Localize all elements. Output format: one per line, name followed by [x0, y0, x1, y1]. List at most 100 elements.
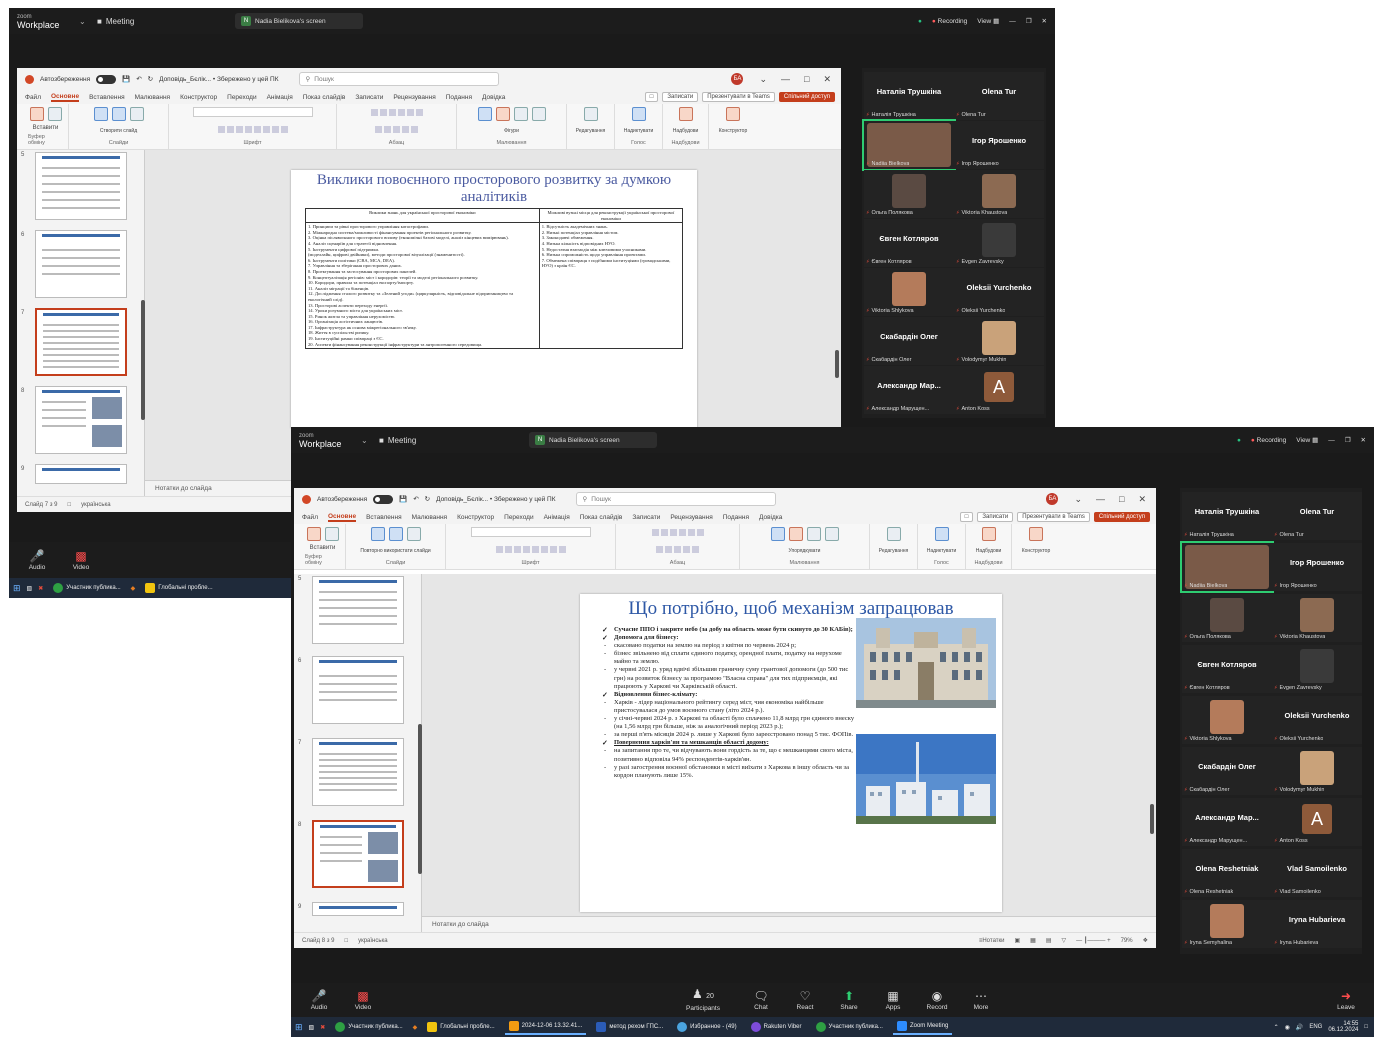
chat-button[interactable]: 🗨 Chat [739, 990, 783, 1011]
participant-tile[interactable]: Наталія Трушкіна Наталія Трушкіна [1182, 492, 1272, 540]
tab-animations[interactable]: Анімація [267, 94, 293, 101]
slide-thumbnail[interactable] [35, 230, 127, 298]
tab-insert[interactable]: Вставлення [366, 514, 402, 521]
close-icon[interactable]: ✕ [823, 74, 831, 85]
normal-view-icon[interactable]: ▣ [1015, 937, 1021, 944]
font-name-input[interactable] [470, 527, 591, 537]
paste-icon[interactable] [306, 527, 321, 541]
windows-start-icon[interactable]: ⊞ [13, 583, 21, 594]
tab-transitions[interactable]: Переходи [227, 94, 256, 101]
tab-draw[interactable]: Малювання [412, 514, 447, 521]
network-icon[interactable]: ◉ [1285, 1024, 1290, 1031]
save-icon[interactable]: 💾 [122, 75, 130, 83]
meeting-button[interactable]: ■ Meeting [97, 17, 207, 26]
present-teams-button[interactable]: Презентувати в Teams [702, 92, 775, 102]
cut-icon[interactable] [324, 527, 339, 541]
slide-scrollbar[interactable] [1150, 804, 1154, 834]
video-button[interactable]: ▩ Video [341, 990, 385, 1011]
chevron-up-icon[interactable]: ⌃ [1274, 1024, 1279, 1031]
view-button[interactable]: View ▦ [1296, 436, 1318, 444]
participant-tile[interactable]: Ігор Ярошенко Ігор Ярошенко [1272, 543, 1362, 591]
account-avatar[interactable]: БА [731, 73, 744, 85]
tab-review[interactable]: Рецензування [670, 514, 712, 521]
new-slide-icon[interactable] [93, 107, 108, 121]
app-icon[interactable]: ✖ [320, 1024, 325, 1031]
tab-file[interactable]: Файл [25, 94, 41, 101]
participant-tile[interactable]: Ольга Полякова [1182, 594, 1272, 642]
recording-indicator[interactable]: ● Recording [1251, 437, 1286, 444]
screen-share-indicator[interactable]: N Nadia Bielikova's screen [529, 432, 657, 448]
maximize-icon[interactable]: ❐ [1345, 436, 1351, 444]
taskbar-item[interactable]: Участник публика... [812, 1019, 887, 1035]
participant-tile[interactable]: Oleksii Yurchenko Oleksii Yurchenko [1272, 696, 1362, 744]
view-button[interactable]: View ▦ [977, 17, 999, 25]
layout-icon[interactable] [129, 107, 144, 121]
taskbar-item[interactable]: метод рехом ГПС... [592, 1019, 667, 1035]
document-title[interactable]: Доповідь_Бєлік... • Збережено у цей ПК [159, 76, 278, 83]
notes-toggle[interactable]: ≡Нотатки [979, 938, 1005, 944]
zoom-slider[interactable]: — ┃——— + [1076, 937, 1110, 944]
tab-record[interactable]: Записати [632, 514, 660, 521]
accessibility-icon[interactable]: □ [67, 502, 71, 508]
participant-tile[interactable]: Скабардін Олег Скабардін Олег [1182, 747, 1272, 795]
slide-thumbnail[interactable] [312, 902, 404, 916]
participant-tile[interactable]: Volodymyr Mukhin [1272, 747, 1362, 795]
slide-thumbnail[interactable] [35, 152, 127, 220]
participant-tile[interactable]: Volodymyr Mukhin [954, 317, 1044, 365]
addins-icon[interactable] [981, 527, 996, 541]
participant-tile[interactable]: Євген Котляров Євген Котляров [864, 219, 954, 267]
chevron-down-icon[interactable]: ⌄ [361, 436, 379, 445]
slide-thumbnail[interactable] [35, 464, 127, 484]
save-icon[interactable]: 💾 [399, 495, 407, 503]
slideshow-icon[interactable]: ▽ [1062, 937, 1067, 944]
shapes-icon[interactable] [770, 527, 785, 541]
close-icon[interactable]: ✕ [1138, 494, 1146, 505]
minimize-icon[interactable]: — [1009, 18, 1016, 25]
volume-icon[interactable]: 🔊 [1296, 1024, 1303, 1031]
fit-slide-icon[interactable]: ❖ [1143, 937, 1156, 944]
share-screen-button[interactable]: ⬆ Share [827, 990, 871, 1011]
designer-icon[interactable] [1029, 527, 1043, 541]
task-view-icon[interactable]: ▧ [309, 1024, 315, 1031]
slide-canvas[interactable]: Виклики повоєнного просторового розвитку… [291, 170, 697, 428]
paste-icon[interactable] [29, 107, 44, 121]
participant-tile[interactable]: Наталія Трушкіна Наталія Трушкіна [864, 72, 954, 120]
undo-icon[interactable]: ↶ [413, 495, 418, 503]
maximize-icon[interactable]: □ [804, 74, 809, 85]
arrange-icon[interactable] [788, 527, 803, 541]
participant-tile[interactable]: Viktoria Khaustova [954, 170, 1044, 218]
autosave-toggle[interactable] [96, 74, 117, 84]
designer-icon[interactable] [726, 107, 740, 121]
recording-indicator[interactable]: ● Recording [932, 18, 967, 25]
taskbar-item[interactable]: Глобальні пробле... [141, 580, 216, 596]
cut-icon[interactable] [47, 107, 62, 121]
layout-icon[interactable] [406, 527, 421, 541]
document-title[interactable]: Доповідь_Бєлік... • Збережено у цей ПК [436, 496, 555, 503]
language-indicator[interactable]: ENG [1309, 1024, 1322, 1030]
undo-icon[interactable]: ↶ [136, 75, 141, 83]
minimize-icon[interactable]: — [781, 74, 790, 85]
close-icon[interactable]: ✕ [1042, 17, 1047, 25]
notes-pane[interactable]: Нотатки до слайда [422, 916, 1156, 932]
windows-start-icon[interactable]: ⊞ [295, 1022, 303, 1033]
participant-tile[interactable]: Olena Tur Olena Tur [1272, 492, 1362, 540]
app-icon[interactable]: ◆ [413, 1024, 418, 1031]
account-avatar[interactable]: БА [1046, 493, 1059, 505]
participant-tile[interactable]: Viktoria Khaustova [1272, 594, 1362, 642]
slide-thumbnail[interactable] [35, 386, 127, 454]
taskbar-item[interactable]: Rakuten Viber [747, 1019, 806, 1035]
participant-tile[interactable]: Iryna Semyhalina [1182, 900, 1272, 948]
microphone-icon[interactable] [934, 527, 949, 541]
tab-transitions[interactable]: Переходи [504, 514, 533, 521]
quick-styles-icon[interactable] [513, 107, 528, 121]
participant-tile[interactable]: Oleksii Yurchenko Oleksii Yurchenko [954, 268, 1044, 316]
zoom-level[interactable]: 79% [1121, 938, 1133, 944]
slide-thumbnail[interactable] [312, 738, 404, 806]
slide-sorter-icon[interactable]: ▦ [1030, 937, 1036, 944]
notifications-icon[interactable]: □ [1364, 1024, 1368, 1030]
taskbar-item[interactable]: Участник публика... [49, 580, 124, 596]
participant-tile[interactable]: Olena Reshetniak Olena Reshetniak [1182, 849, 1272, 897]
tab-slideshow[interactable]: Показ слайдів [303, 94, 346, 101]
participant-tile[interactable]: Александр Мар... Александр Марущен... [864, 366, 954, 414]
share-button[interactable]: Спільний доступ [778, 92, 835, 102]
